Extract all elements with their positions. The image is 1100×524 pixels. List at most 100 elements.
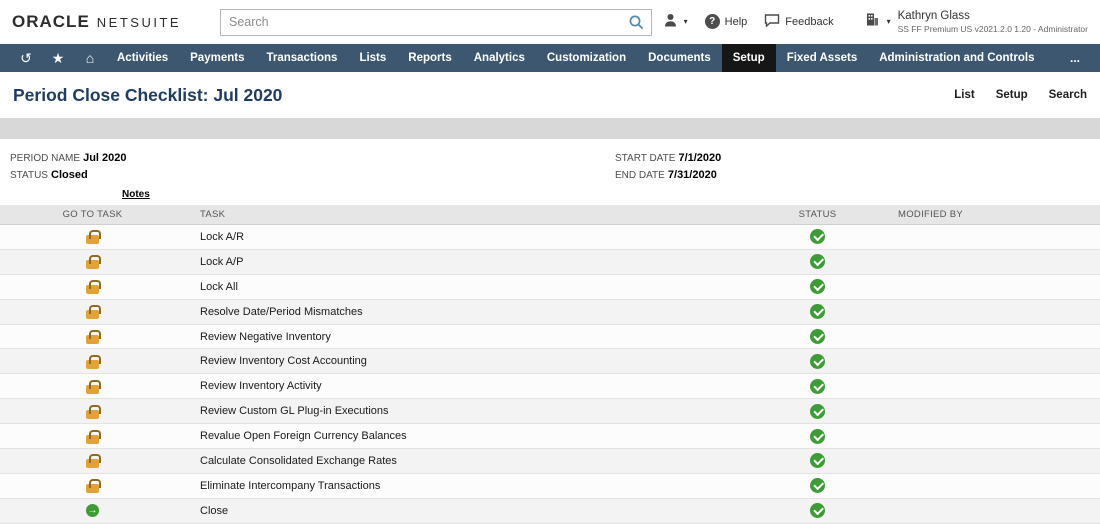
nav-item-documents[interactable]: Documents (637, 44, 722, 72)
lock-icon[interactable] (86, 354, 101, 369)
feedback-label: Feedback (785, 15, 834, 28)
table-row: Review Inventory Cost Accounting (0, 349, 1100, 375)
action-bar (0, 118, 1100, 139)
home-icon[interactable]: ⌂ (74, 44, 106, 72)
status-complete-icon (810, 254, 825, 270)
lock-icon[interactable] (86, 305, 101, 320)
status-cell (780, 353, 855, 369)
start-date-value: 7/1/2020 (678, 152, 722, 164)
go-to-task-cell (0, 329, 185, 344)
search-icon[interactable] (628, 14, 645, 31)
task-name: Review Inventory Cost Accounting (200, 355, 367, 368)
lock-icon[interactable] (86, 479, 101, 494)
search-link[interactable]: Search (1049, 89, 1087, 101)
lock-icon[interactable] (86, 404, 101, 419)
page-title-bar: Period Close Checklist: Jul 2020 List Se… (0, 72, 1100, 118)
task-name: Review Inventory Activity (200, 380, 322, 393)
end-date-label: END DATE (615, 170, 665, 181)
person-icon (664, 13, 679, 30)
table-row: Calculate Consolidated Exchange Rates (0, 449, 1100, 474)
nav-item-reports[interactable]: Reports (397, 44, 462, 72)
column-header-task: TASK (200, 209, 226, 220)
status-complete-icon (810, 403, 825, 419)
status-cell (780, 279, 855, 295)
nav-item-payments[interactable]: Payments (179, 44, 255, 72)
status-complete-icon (810, 329, 825, 344)
main-nav: ↺ ★ ⌂ Activities Payments Transactions List… (0, 44, 1100, 72)
lock-icon[interactable] (86, 454, 101, 469)
end-date-value: 7/31/2020 (667, 169, 717, 181)
nav-item-activities[interactable]: Activities (106, 44, 179, 72)
list-link[interactable]: List (954, 89, 974, 101)
status-cell (780, 428, 855, 444)
setup-link[interactable]: Setup (996, 89, 1028, 101)
status-cell (780, 403, 855, 419)
status-complete-icon (810, 378, 825, 394)
lock-icon[interactable] (86, 280, 101, 295)
shortcuts-star-icon[interactable]: ★ (42, 44, 74, 72)
table-row: Resolve Date/Period Mismatches (0, 299, 1100, 325)
task-name: Lock A/P (200, 255, 244, 268)
status-complete-icon (810, 453, 825, 469)
lock-icon[interactable] (86, 429, 101, 444)
period-name-label: PERIOD NAME (10, 153, 81, 164)
user-menu[interactable]: ▾ Kathryn Glass SS FF Premium US v2021.2… (851, 9, 1088, 35)
go-to-task-cell (0, 453, 185, 469)
table-row: Review Inventory Activity (0, 374, 1100, 400)
page-title-links: List Setup Search (954, 89, 1087, 101)
lock-icon[interactable] (86, 330, 101, 344)
table-row: Revalue Open Foreign Currency Balances (0, 424, 1100, 450)
nav-overflow[interactable]: ... (1056, 44, 1094, 72)
task-name: Lock All (200, 280, 238, 293)
status-complete-icon (810, 478, 825, 494)
status-cell (780, 229, 855, 245)
oracle-logo-text: ORACLE (12, 12, 90, 31)
table-row: Lock A/R (0, 225, 1100, 250)
help-icon: ? (704, 14, 720, 30)
search-input[interactable] (220, 8, 652, 36)
go-to-task-cell (0, 279, 185, 295)
task-table-body: Lock A/R Lock A/P Lock All Resolve Date/… (0, 225, 1100, 524)
feedback-bubble-icon (764, 14, 780, 30)
table-row: Close (0, 498, 1100, 524)
header-actions: ▾ ? Help Feedback ▾ Kathryn Glass SS FF … (664, 9, 1088, 35)
end-date-field: END DATE 7/31/2020 (615, 167, 721, 184)
recent-records-icon[interactable]: ↺ (10, 44, 42, 72)
chevron-down-icon: ▾ (886, 17, 891, 27)
notes-tab-link[interactable]: Notes (122, 189, 150, 200)
status-field: STATUS Closed (10, 167, 615, 184)
global-search (220, 8, 652, 36)
lock-icon[interactable] (86, 230, 101, 245)
person-dropdown[interactable]: ▾ (664, 13, 688, 30)
column-header-modified-by: MODIFIED BY (898, 209, 964, 220)
status-cell (780, 254, 855, 270)
help-button[interactable]: ? Help (704, 14, 747, 30)
status-complete-icon (810, 353, 825, 369)
status-complete-icon (810, 503, 825, 519)
nav-item-analytics[interactable]: Analytics (463, 44, 536, 72)
nav-item-customization[interactable]: Customization (536, 44, 637, 72)
feedback-button[interactable]: Feedback (764, 14, 834, 30)
nav-item-transactions[interactable]: Transactions (255, 44, 348, 72)
nav-menu: Activities Payments Transactions Lists Repor… (106, 44, 1045, 72)
nav-item-setup[interactable]: Setup (721, 44, 776, 72)
lock-icon[interactable] (86, 379, 101, 394)
nav-item-fixed-assets[interactable]: Fixed Assets (776, 44, 869, 72)
status-value: Closed (51, 169, 88, 181)
lock-icon[interactable] (86, 255, 101, 270)
nav-item-lists[interactable]: Lists (348, 44, 397, 72)
nav-item-administration-and-controls[interactable]: Administration and Controls (868, 44, 1045, 72)
column-header-status: STATUS (798, 209, 837, 220)
go-arrow-icon[interactable] (86, 504, 99, 518)
go-to-task-cell (0, 254, 185, 270)
table-row: Lock All (0, 274, 1100, 300)
user-name: Kathryn Glass (897, 10, 970, 22)
status-cell (780, 304, 855, 320)
go-to-task-cell (0, 379, 185, 394)
top-header: ORACLE NETSUITE ▾ ? Help Feedback (0, 0, 1100, 44)
brand-logo[interactable]: ORACLE NETSUITE (12, 12, 220, 32)
status-cell (780, 503, 855, 519)
go-to-task-cell (0, 354, 185, 369)
go-to-task-cell (0, 478, 185, 494)
status-cell (780, 453, 855, 469)
